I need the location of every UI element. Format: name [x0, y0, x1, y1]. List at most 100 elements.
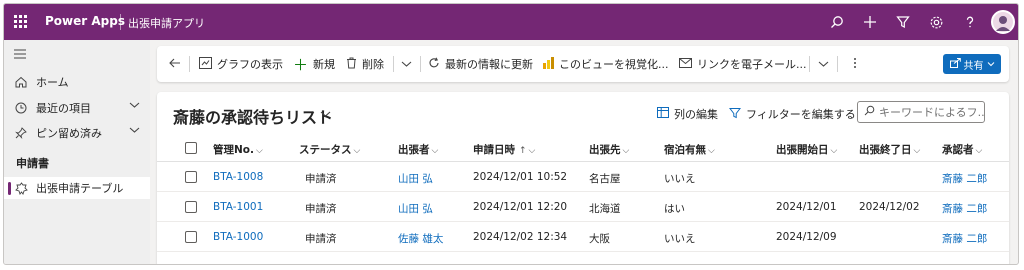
column-header-start-date[interactable]: 出張開始日 ⌵: [776, 142, 837, 157]
share-icon: [949, 57, 961, 71]
table-row[interactable]: BTA-1000 申請済 佐藤 雄太 2024/12/02 12:34 大阪 い…: [157, 223, 1009, 252]
more-commands-dropdown[interactable]: [401, 46, 412, 82]
cell-traveler[interactable]: 山田 弘: [398, 201, 433, 216]
refresh-button[interactable]: 最新の情報に更新: [428, 46, 533, 82]
sidebar-item-pinned[interactable]: ピン留め済み: [4, 122, 150, 144]
cell-start-date: 2024/12/09: [776, 231, 837, 243]
filter-icon: [728, 107, 742, 122]
sidebar: ホーム 最近の項目 ピン留め済み 申請書 出張申請テーブル: [4, 40, 150, 264]
avatar[interactable]: [991, 10, 1015, 34]
select-all-checkbox[interactable]: [185, 142, 197, 154]
column-header-end-date[interactable]: 出張終了日 ⌵: [859, 142, 920, 157]
edit-columns-button[interactable]: 列の編集: [657, 106, 718, 122]
cell-start-date: 2024/12/01: [776, 201, 837, 213]
columns-icon: [657, 107, 669, 121]
table-row[interactable]: BTA-1008 申請済 山田 弘 2024/12/01 10:52 名古屋 い…: [157, 163, 1009, 192]
view-selector-chevron-icon[interactable]: [320, 108, 331, 121]
row-checkbox[interactable]: [185, 171, 197, 183]
share-label: 共有: [963, 60, 984, 72]
waffle-menu-icon[interactable]: [14, 15, 28, 29]
sort-ascending-icon: ↑: [519, 146, 527, 156]
cell-approver[interactable]: 斎藤 二郎: [942, 231, 987, 246]
new-label: 新規: [313, 58, 336, 71]
sidebar-item-label: 最近の項目: [36, 102, 91, 115]
top-bar: Power Apps 出張申請アプリ: [4, 4, 1018, 40]
column-header-applied[interactable]: 申請日時 ↑ ⌵: [473, 142, 535, 157]
cell-no[interactable]: BTA-1008: [213, 171, 263, 183]
chevron-down-icon[interactable]: [129, 101, 140, 112]
search-icon[interactable]: [828, 13, 846, 31]
column-header-stay[interactable]: 宿泊有無 ⌵: [664, 142, 715, 157]
column-header-label: ステータス: [299, 144, 352, 156]
row-checkbox[interactable]: [185, 201, 197, 213]
cell-applied: 2024/12/02 12:34: [473, 231, 568, 243]
row-checkbox[interactable]: [185, 231, 197, 243]
visualize-view-button[interactable]: このビューを視覚化...: [543, 46, 669, 82]
column-header-no[interactable]: 管理No. ⌵: [213, 142, 263, 157]
hamburger-icon[interactable]: [14, 49, 26, 62]
edit-filters-label: フィルターを編集する: [746, 108, 856, 121]
search-input[interactable]: キーワードによるフ...: [857, 101, 985, 123]
sidebar-item-travel-table[interactable]: 出張申請テーブル: [4, 177, 150, 199]
share-button[interactable]: 共有: [943, 54, 1001, 74]
chart-icon: [199, 56, 212, 72]
cell-no[interactable]: BTA-1000: [213, 231, 263, 243]
more-options-button[interactable]: [853, 46, 857, 82]
email-link-button[interactable]: リンクを電子メール...: [679, 46, 807, 82]
plus-icon[interactable]: [861, 13, 879, 31]
sidebar-item-label: ホーム: [36, 76, 69, 89]
column-header-label: 管理No.: [213, 144, 254, 156]
cell-stay: はい: [664, 203, 685, 215]
cell-approver[interactable]: 斎藤 二郎: [942, 171, 987, 186]
column-header-label: 出張終了日: [859, 144, 912, 156]
view-title[interactable]: 斎藤の承認待ちリスト: [173, 104, 333, 128]
divider: [809, 56, 810, 72]
column-header-destination[interactable]: 出張先 ⌵: [589, 142, 629, 157]
cell-destination: 大阪: [589, 233, 610, 245]
table-row[interactable]: BTA-1001 申請済 山田 弘 2024/12/01 12:20 北海道 は…: [157, 193, 1009, 222]
cell-traveler[interactable]: 佐藤 雄太: [398, 231, 443, 246]
sidebar-item-recent[interactable]: 最近の項目: [4, 97, 150, 119]
chevron-down-icon: ⌵: [830, 146, 838, 156]
show-chart-button[interactable]: グラフの表示: [199, 46, 283, 82]
cell-no[interactable]: BTA-1001: [213, 201, 263, 213]
table-header: 管理No. ⌵ ステータス ⌵ 出張者 ⌵ 申請日時 ↑ ⌵ 出張先 ⌵ 宿泊有無 ⌵ 出張開…: [157, 134, 1009, 162]
cell-status: 申請済: [305, 173, 337, 185]
brand-separator: [120, 14, 121, 30]
sidebar-item-label: 出張申請テーブル: [36, 182, 124, 195]
brand-name[interactable]: Power Apps: [45, 14, 125, 28]
cell-traveler[interactable]: 山田 弘: [398, 171, 433, 186]
new-button[interactable]: ＋ 新規: [293, 46, 335, 82]
divider: [837, 56, 838, 72]
column-header-status[interactable]: ステータス ⌵: [299, 142, 360, 157]
settings-icon[interactable]: [927, 13, 945, 31]
cell-applied: 2024/12/01 12:20: [473, 201, 568, 213]
back-button[interactable]: [169, 46, 181, 82]
column-header-traveler[interactable]: 出張者 ⌵: [398, 142, 438, 157]
command-bar: グラフの表示 ＋ 新規 削除 最新の情報に更新 このビューを視覚化... リンク…: [157, 46, 1009, 82]
chevron-down-icon[interactable]: [129, 126, 140, 137]
cell-approver[interactable]: 斎藤 二郎: [942, 201, 987, 216]
delete-label: 削除: [362, 58, 384, 71]
show-chart-label: グラフの表示: [217, 58, 283, 71]
chevron-down-icon: ⌵: [708, 146, 715, 156]
chevron-down-icon: ⌵: [256, 146, 263, 156]
edit-filters-button[interactable]: フィルターを編集する: [728, 106, 856, 122]
delete-button[interactable]: 削除: [346, 46, 384, 82]
cell-end-date: 2024/12/02: [859, 201, 920, 213]
home-icon: [14, 75, 28, 89]
chevron-down-icon: ⌵: [622, 146, 630, 156]
email-dropdown[interactable]: [818, 46, 829, 82]
filter-icon[interactable]: [894, 13, 912, 31]
grid-panel: 斎藤の承認待ちリスト 列の編集 フィルターを編集する キーワードによるフ... …: [157, 92, 1009, 264]
chevron-down-icon: ⌵: [528, 146, 536, 156]
app-name[interactable]: 出張申請アプリ: [128, 15, 205, 31]
search-icon: [864, 105, 875, 119]
email-link-label: リンクを電子メール...: [697, 58, 807, 71]
help-icon[interactable]: [961, 13, 979, 31]
refresh-label: 最新の情報に更新: [445, 58, 533, 71]
sidebar-item-home[interactable]: ホーム: [4, 71, 150, 93]
column-header-approver[interactable]: 承認者 ⌵: [942, 142, 982, 157]
app-window: Power Apps 出張申請アプリ ホーム 最近の項目 ピン留め済み 申請書 …: [3, 3, 1019, 265]
search-placeholder: キーワードによるフ...: [879, 106, 985, 119]
